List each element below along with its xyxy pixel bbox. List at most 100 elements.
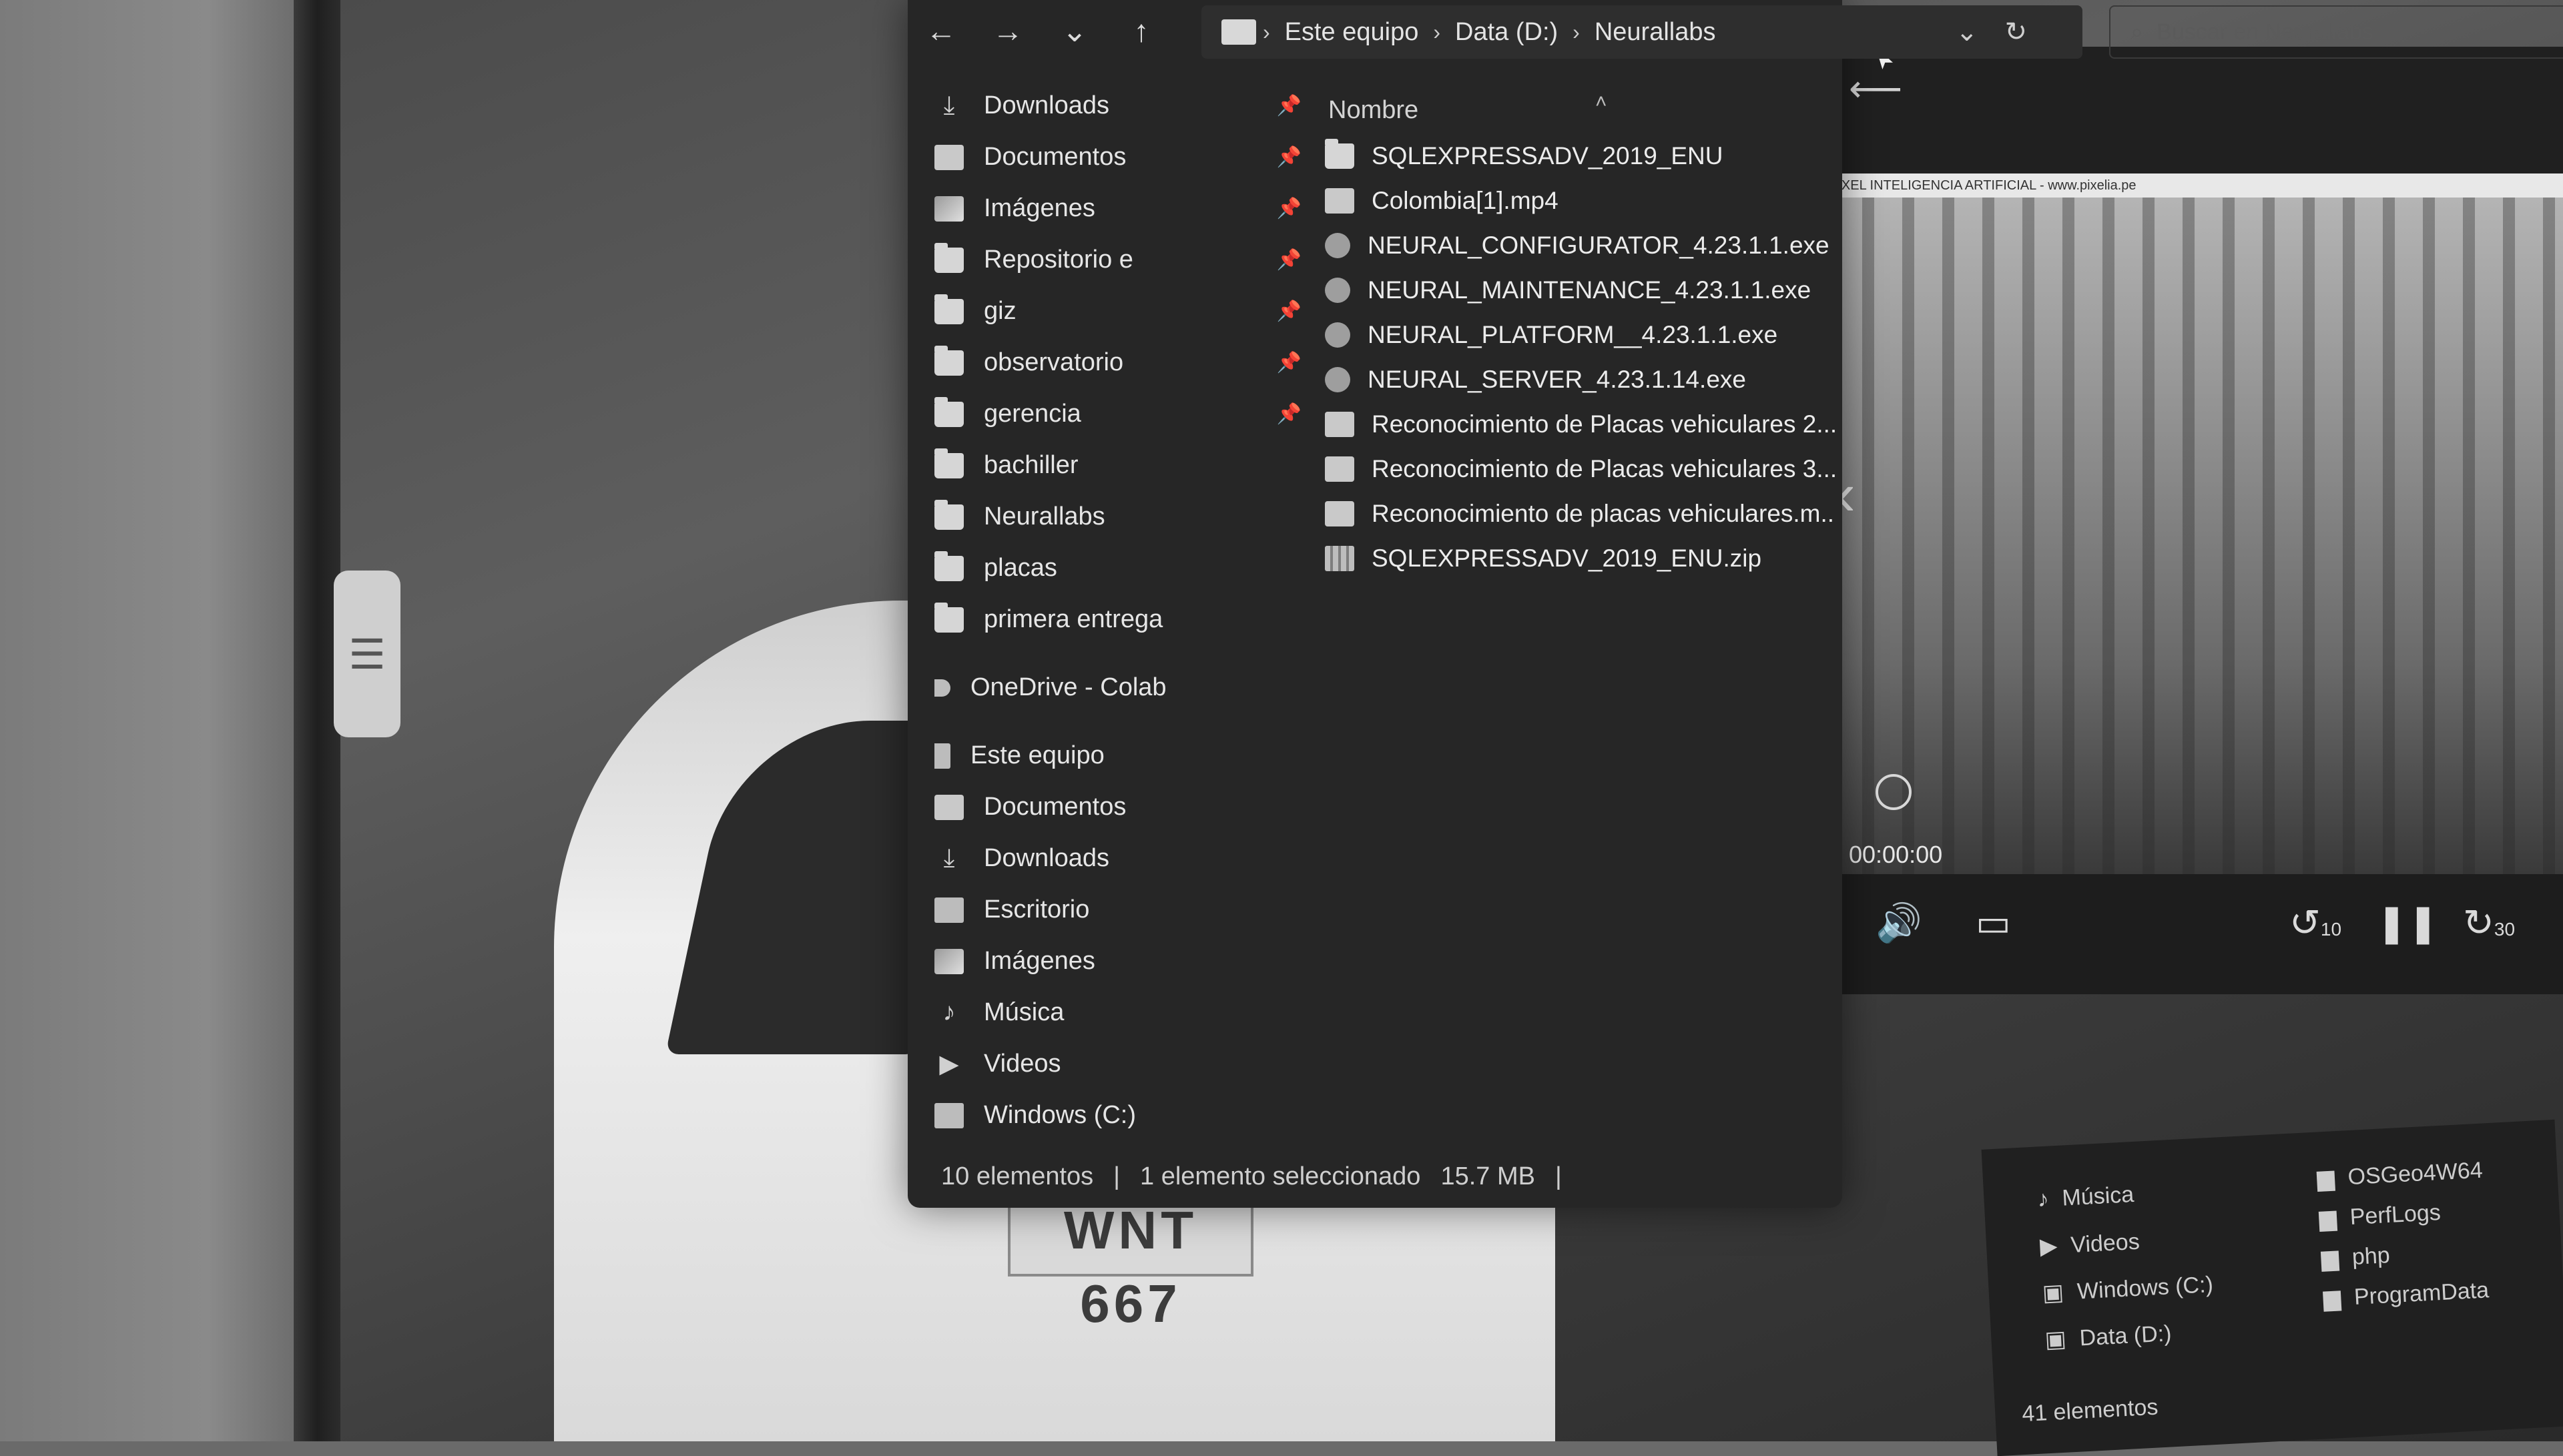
file-row[interactable]: SQLEXPRESSADV_2019_ENU bbox=[1288, 133, 1835, 178]
peek-item: Música bbox=[2061, 1181, 2135, 1211]
recent-locations-button[interactable]: ⌄ bbox=[1041, 0, 1108, 61]
peek-item: php bbox=[2351, 1242, 2391, 1270]
file-row[interactable]: Reconocimiento de Placas vehiculares 2..… bbox=[1288, 402, 1835, 446]
document-icon bbox=[1325, 411, 1354, 437]
breadcrumb-este-equipo[interactable]: Este equipo bbox=[1285, 18, 1419, 47]
zip-icon bbox=[1325, 545, 1354, 571]
status-divider: | bbox=[1554, 1162, 1562, 1190]
volume-icon[interactable]: 🔊 bbox=[1876, 901, 1922, 945]
video-banner: PIXEL INTELIGENCIA ARTIFICIAL - www.pixe… bbox=[1822, 173, 2563, 198]
drive-icon: ▣ bbox=[2044, 1326, 2067, 1353]
file-row[interactable]: Reconocimiento de Placas vehiculares 3..… bbox=[1288, 446, 1835, 491]
sidebar-item-label: OneDrive - Colab bbox=[970, 673, 1167, 701]
up-button[interactable]: ↑ bbox=[1108, 0, 1175, 61]
file-name: Reconocimiento de placas vehiculares.m..… bbox=[1372, 499, 1835, 527]
sidebar-item-label: Windows (C:) bbox=[984, 1101, 1137, 1129]
document-icon bbox=[934, 144, 964, 170]
file-row[interactable]: NEURAL_SERVER_4.23.1.14.exe bbox=[1288, 357, 1835, 402]
status-divider: | bbox=[1113, 1162, 1121, 1190]
folder-icon bbox=[1325, 138, 1354, 169]
sidebar-item-gerencia[interactable]: gerencia 📌 bbox=[934, 388, 1322, 440]
sidebar-item-pc-downloads[interactable]: ⤓ Downloads bbox=[934, 833, 1322, 884]
sidebar-item-label: giz bbox=[984, 297, 1017, 325]
desktop-icon bbox=[934, 897, 964, 923]
rewind-button[interactable]: ↺10 bbox=[2289, 901, 2341, 945]
drive-icon bbox=[934, 1102, 964, 1128]
menu-icon: ☰ bbox=[348, 631, 386, 678]
search-placeholder: Buscar en Neurallabs bbox=[2157, 19, 2374, 45]
file-name: NEURAL_SERVER_4.23.1.14.exe bbox=[1368, 365, 1746, 393]
video-file-icon bbox=[1325, 188, 1354, 214]
media-player: ⟵ PIXEL INTELIGENCIA ARTIFICIAL - www.pi… bbox=[1822, 47, 2563, 994]
cloud-icon bbox=[934, 679, 950, 697]
file-name: NEURAL_MAINTENANCE_4.23.1.1.exe bbox=[1368, 276, 1811, 304]
selection-info: 1 elemento seleccionado bbox=[1140, 1162, 1421, 1190]
breadcrumb-data-d[interactable]: Data (D:) bbox=[1455, 18, 1558, 47]
sidebar-item-pc-musica[interactable]: ♪ Música bbox=[934, 987, 1322, 1038]
back-arrow-icon[interactable]: ⟵ bbox=[1849, 67, 1902, 111]
sidebar-item-label: Videos bbox=[984, 1050, 1061, 1078]
chevron-down-icon[interactable]: ⌄ bbox=[1956, 17, 1978, 47]
sidebar-item-observatorio[interactable]: observatorio 📌 bbox=[934, 337, 1322, 388]
forward-button[interactable]: → bbox=[974, 0, 1041, 61]
sidebar-item-neurallabs[interactable]: Neurallabs bbox=[934, 491, 1322, 542]
file-row[interactable]: SQLEXPRESSADV_2019_ENU.zip bbox=[1288, 536, 1835, 581]
forward-button[interactable]: ↻30 bbox=[2463, 901, 2515, 945]
sidebar-item-placas[interactable]: placas bbox=[934, 542, 1322, 594]
sidebar-item-este-equipo[interactable]: Este equipo bbox=[934, 730, 1322, 781]
sidebar-item-primera-entrega[interactable]: primera entrega bbox=[934, 594, 1322, 645]
column-header-nombre[interactable]: Nombre ˄ bbox=[1288, 87, 1835, 133]
explorer-right-tools: ⌄ ↻ bbox=[1956, 5, 2027, 59]
back-button[interactable]: ← bbox=[908, 0, 974, 61]
sidebar-item-documentos[interactable]: Documentos 📌 bbox=[934, 131, 1322, 183]
status-bar: 10 elementos | 1 elemento seleccionado 1… bbox=[941, 1162, 1562, 1191]
document-icon bbox=[1325, 500, 1354, 526]
chevron-right-icon: › bbox=[1573, 19, 1580, 44]
sidebar-item-label: Repositorio e bbox=[984, 246, 1133, 274]
file-name: Colombia[1].mp4 bbox=[1372, 186, 1558, 214]
player-controls: 🔊 ▭ ↺10 ❚❚ ↻30 bbox=[1822, 874, 2563, 994]
sidebar-item-label: Documentos bbox=[984, 793, 1127, 821]
sidebar-item-label: primera entrega bbox=[984, 605, 1163, 633]
sidebar-item-label: bachiller bbox=[984, 451, 1079, 479]
file-explorer-window: ← → ⌄ ↑ › Este equipo › Data (D:) › Neur… bbox=[908, 0, 2082, 1208]
file-name: Reconocimiento de Placas vehiculares 3..… bbox=[1372, 454, 1835, 482]
sidebar-item-label: gerencia bbox=[984, 400, 1081, 428]
sidebar-item-onedrive[interactable]: OneDrive - Colab bbox=[934, 662, 1322, 713]
sidebar-item-bachiller[interactable]: bachiller bbox=[934, 440, 1322, 491]
sidebar-item-pc-escritorio[interactable]: Escritorio bbox=[934, 884, 1322, 936]
sidebar-item-label: Escritorio bbox=[984, 895, 1090, 924]
captions-icon[interactable]: ▭ bbox=[1976, 901, 2011, 945]
breadcrumb-neurallabs[interactable]: Neurallabs bbox=[1595, 18, 1716, 47]
sidebar-item-label: Downloads bbox=[984, 91, 1109, 119]
file-row[interactable]: NEURAL_CONFIGURATOR_4.23.1.1.exe bbox=[1288, 223, 1835, 268]
video-frame[interactable]: PIXEL INTELIGENCIA ARTIFICIAL - www.pixe… bbox=[1822, 173, 2563, 874]
peek-item: Data (D:) bbox=[2078, 1320, 2173, 1351]
sidebar-item-label: Imágenes bbox=[984, 947, 1095, 975]
file-row[interactable]: Colombia[1].mp4 bbox=[1288, 178, 1835, 223]
search-input[interactable]: ⌕ Buscar en Neurallabs bbox=[2109, 5, 2563, 59]
item-count: 10 elementos bbox=[941, 1162, 1094, 1190]
pause-icon[interactable]: ❚❚ bbox=[2376, 901, 2439, 945]
file-row[interactable]: Reconocimiento de placas vehiculares.m..… bbox=[1288, 491, 1835, 536]
file-row[interactable]: NEURAL_MAINTENANCE_4.23.1.1.exe bbox=[1288, 268, 1835, 312]
sidebar-item-pc-imagenes[interactable]: Imágenes bbox=[934, 936, 1322, 987]
chevron-right-icon: › bbox=[1433, 19, 1441, 44]
sidebar-item-pc-windows-c[interactable]: Windows (C:) bbox=[934, 1090, 1322, 1134]
sidebar-item-pc-documentos[interactable]: Documentos bbox=[934, 781, 1322, 833]
address-bar[interactable]: › Este equipo › Data (D:) › Neurallabs bbox=[1201, 5, 2082, 59]
sidebar-item-downloads[interactable]: ⤓ Downloads 📌 bbox=[934, 80, 1322, 131]
sidebar-item-giz[interactable]: giz 📌 bbox=[934, 286, 1322, 337]
background-explorer-window: ♪ Música ▶ Videos ▣ Windows (C:) ▣ Data (D:)… bbox=[1981, 1119, 2563, 1456]
exe-icon bbox=[1325, 232, 1350, 258]
forward-seconds: 30 bbox=[2494, 919, 2516, 940]
sidebar-item-pc-videos[interactable]: ▶ Videos bbox=[934, 1038, 1322, 1090]
sidebar-item-repositorio[interactable]: Repositorio e 📌 bbox=[934, 234, 1322, 286]
refresh-icon[interactable]: ↻ bbox=[2005, 17, 2028, 47]
side-panel-handle[interactable]: ☰ bbox=[334, 571, 400, 737]
seek-knob[interactable] bbox=[1876, 774, 1912, 810]
sidebar-item-imagenes[interactable]: Imágenes 📌 bbox=[934, 183, 1322, 234]
sidebar-item-label: Este equipo bbox=[970, 741, 1105, 769]
folder-icon bbox=[934, 448, 964, 478]
file-row[interactable]: NEURAL_PLATFORM__4.23.1.1.exe bbox=[1288, 312, 1835, 357]
